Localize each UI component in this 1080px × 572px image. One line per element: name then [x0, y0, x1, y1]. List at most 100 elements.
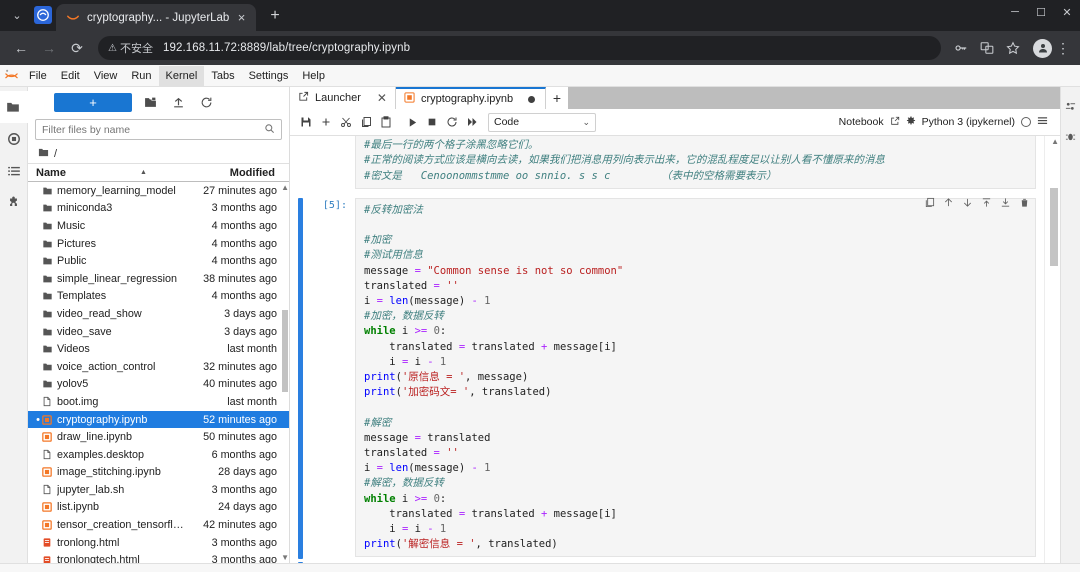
back-icon[interactable]: ←	[8, 35, 34, 61]
insert-cell-below-icon[interactable]	[999, 196, 1011, 210]
notebook-scrollbar-thumb[interactable]	[1050, 188, 1058, 266]
profile-icon[interactable]	[1033, 38, 1052, 58]
file-list-item[interactable]: video_save 3 days ago	[28, 323, 289, 341]
column-header-modified[interactable]: Modified	[199, 167, 285, 179]
move-cell-down-icon[interactable]	[961, 196, 973, 210]
upload-icon[interactable]	[168, 92, 188, 112]
notebook-cell-clipped[interactable]: # o m m o n . '' '' #最后一行的两个格子涂黑忽略它们。 #正…	[290, 136, 1044, 192]
key-icon[interactable]	[949, 36, 973, 60]
menu-view[interactable]: View	[87, 66, 125, 86]
sidebar-item-running-terminals[interactable]	[0, 123, 28, 155]
file-list-item[interactable]: tronlong.html 3 months ago	[28, 534, 289, 552]
tab-launcher[interactable]: Launcher ✕	[290, 87, 396, 109]
gear-icon[interactable]	[906, 115, 916, 129]
file-list-item[interactable]: video_read_show 3 days ago	[28, 305, 289, 323]
file-list-item[interactable]: jupyter_lab.sh 3 months ago	[28, 481, 289, 499]
tab-search-button[interactable]: ⌄	[4, 2, 30, 28]
unsaved-changes-indicator[interactable]	[527, 95, 535, 103]
refresh-icon[interactable]	[196, 92, 216, 112]
scroll-up-arrow-icon[interactable]: ▲	[1051, 137, 1059, 146]
menu-edit[interactable]: Edit	[54, 66, 87, 86]
sidebar-item-file-browser[interactable]	[0, 91, 28, 123]
cut-icon[interactable]	[336, 112, 356, 132]
star-icon[interactable]	[1001, 36, 1025, 60]
forward-icon[interactable]: →	[36, 35, 62, 61]
minimize-window-button[interactable]: ─	[1002, 0, 1028, 25]
menu-settings[interactable]: Settings	[242, 66, 296, 86]
file-list-item[interactable]: miniconda3 3 months ago	[28, 200, 289, 218]
cell-editor[interactable]: # o m m o n . '' '' #最后一行的两个格子涂黑忽略它们。 #正…	[355, 136, 1036, 189]
run-icon[interactable]	[402, 112, 422, 132]
file-filter-box[interactable]	[35, 119, 282, 140]
file-list-item[interactable]: Pictures 4 months ago	[28, 235, 289, 253]
address-bar[interactable]: ⚠ 不安全 192.168.11.72:8889/lab/tree/crypto…	[98, 36, 941, 60]
security-badge[interactable]: ⚠ 不安全	[108, 40, 153, 56]
scroll-up-arrow-icon[interactable]: ▲	[281, 183, 289, 192]
new-tab-button[interactable]: +	[545, 87, 568, 109]
restart-kernel-icon[interactable]	[442, 112, 462, 132]
file-list-item[interactable]: voice_action_control 32 minutes ago	[28, 358, 289, 376]
delete-cell-icon[interactable]	[1018, 196, 1030, 210]
sidebar-item-extension-manager[interactable]	[0, 187, 28, 219]
menu-run[interactable]: Run	[124, 66, 158, 86]
file-list-scrollbar-thumb[interactable]	[282, 310, 288, 392]
file-list-item[interactable]: yolov5 40 minutes ago	[28, 376, 289, 394]
external-link-icon[interactable]	[890, 116, 900, 129]
copy-icon[interactable]	[356, 112, 376, 132]
breadcrumb[interactable]: /	[28, 144, 289, 163]
tab-cryptography-notebook[interactable]: cryptography.ipynb	[395, 87, 546, 109]
search-input[interactable]	[42, 123, 264, 136]
menu-file[interactable]: File	[22, 66, 54, 86]
file-list-item[interactable]: memory_learning_model 27 minutes ago	[28, 182, 289, 200]
file-list-item[interactable]: Videos last month	[28, 340, 289, 358]
property-inspector-icon[interactable]	[1061, 91, 1080, 121]
file-list-item[interactable]: Music 4 months ago	[28, 217, 289, 235]
file-list-item[interactable]: Templates 4 months ago	[28, 288, 289, 306]
column-header-name[interactable]: Name ▲	[36, 167, 199, 179]
kernel-name-label[interactable]: Python 3 (ipykernel)	[922, 116, 1015, 128]
restart-run-all-icon[interactable]	[462, 112, 482, 132]
scroll-down-arrow-icon[interactable]: ▼	[281, 553, 289, 562]
close-icon[interactable]: ×	[233, 9, 250, 26]
translate-icon[interactable]	[975, 36, 999, 60]
move-cell-up-icon[interactable]	[942, 196, 954, 210]
notebook-cell-5-output[interactable]: 原信息 = Common sense is not so common 加密码文…	[290, 560, 1044, 563]
file-list-item[interactable]: list.ipynb 24 days ago	[28, 499, 289, 517]
new-tab-button[interactable]: +	[262, 3, 288, 29]
file-list-item[interactable]: image_stitching.ipynb 28 days ago	[28, 464, 289, 482]
file-list-item[interactable]: tensor_creation_tensorfl… 42 minutes ago	[28, 516, 289, 534]
sidebar-item-table-of-contents[interactable]	[0, 155, 28, 187]
cell-type-select[interactable]: Code ⌄	[488, 112, 596, 132]
insert-cell-above-icon[interactable]	[980, 196, 992, 210]
menu-tabs[interactable]: Tabs	[204, 66, 241, 86]
new-folder-icon[interactable]	[140, 92, 160, 112]
stop-icon[interactable]	[422, 112, 442, 132]
notebook-cell-5[interactable]: [5]: #反转加密法 #加密 #测试用信息 message = "Common…	[290, 192, 1044, 561]
cell-editor[interactable]: #反转加密法 #加密 #测试用信息 message = "Common sens…	[355, 197, 1036, 558]
file-list-item[interactable]: Public 4 months ago	[28, 252, 289, 270]
paste-icon[interactable]	[376, 112, 396, 132]
new-launcher-button[interactable]: +	[54, 92, 132, 112]
close-icon[interactable]: ✕	[367, 91, 387, 105]
file-list-item[interactable]: boot.img last month	[28, 393, 289, 411]
hamburger-icon[interactable]	[1037, 115, 1048, 129]
file-list[interactable]: memory_learning_model 27 minutes ago minic…	[28, 182, 289, 563]
kebab-menu-icon[interactable]: ⋮	[1054, 41, 1072, 55]
notebook-scrollbar[interactable]: ▲	[1044, 136, 1060, 563]
duplicate-cell-icon[interactable]	[923, 196, 935, 210]
file-list-item[interactable]: draw_line.ipynb 50 minutes ago	[28, 428, 289, 446]
notebook-canvas[interactable]: # o m m o n . '' '' #最后一行的两个格子涂黑忽略它们。 #正…	[290, 136, 1044, 563]
maximize-window-button[interactable]: ☐	[1028, 0, 1054, 25]
browser-tab[interactable]: cryptography... - JupyterLab ×	[56, 4, 256, 31]
notebook-scroll-area[interactable]: # o m m o n . '' '' #最后一行的两个格子涂黑忽略它们。 #正…	[290, 136, 1060, 563]
menu-kernel[interactable]: Kernel	[158, 65, 205, 86]
debugger-icon[interactable]	[1061, 121, 1080, 151]
file-list-item[interactable]: tronlongtech.html 3 months ago	[28, 551, 289, 563]
reload-icon[interactable]: ⟳	[64, 35, 90, 61]
save-icon[interactable]	[296, 112, 316, 132]
file-list-item[interactable]: examples.desktop 6 months ago	[28, 446, 289, 464]
add-cell-icon[interactable]	[316, 112, 336, 132]
file-list-item[interactable]: simple_linear_regression 38 minutes ago	[28, 270, 289, 288]
file-list-item[interactable]: • cryptography.ipynb 52 minutes ago	[28, 410, 289, 429]
menu-help[interactable]: Help	[295, 66, 332, 86]
